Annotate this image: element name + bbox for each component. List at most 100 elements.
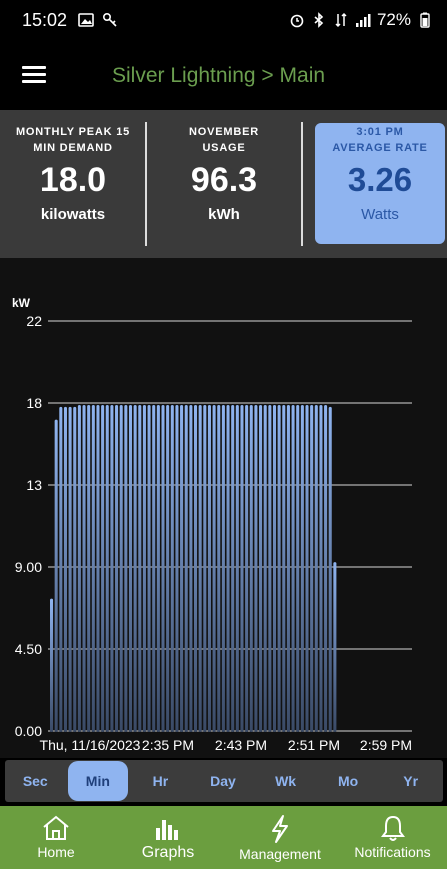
data-icon [335, 12, 347, 28]
chart-bar[interactable] [152, 405, 156, 732]
chart-bar[interactable] [217, 405, 221, 732]
nav-graphs[interactable]: Graphs [132, 806, 204, 869]
menu-button[interactable] [22, 66, 46, 86]
chart-bar[interactable] [77, 405, 81, 732]
battery-icon [420, 12, 430, 28]
nav-home[interactable]: Home [20, 806, 92, 869]
chart-bar[interactable] [319, 405, 323, 732]
chart-bar[interactable] [310, 405, 314, 732]
chart-bar[interactable] [156, 405, 160, 732]
chart-bar[interactable] [142, 405, 146, 732]
chart-bar[interactable] [277, 405, 281, 732]
chart-bar[interactable] [180, 405, 184, 732]
chart-bar[interactable] [221, 405, 225, 732]
nav-label: Home [37, 844, 75, 860]
chart-bar[interactable] [272, 405, 277, 732]
period-sec[interactable]: Sec [5, 760, 66, 802]
chart-bar[interactable] [245, 405, 249, 732]
chart-bar[interactable] [73, 406, 77, 732]
chart-bar[interactable] [50, 598, 54, 732]
x-tick-label: 2:51 PM [288, 737, 340, 753]
chart-bar[interactable] [68, 406, 72, 732]
stat-unit: kilowatts [40, 206, 106, 223]
nav-management[interactable]: Management [232, 806, 328, 869]
stat-heading: AVERAGE RATE [332, 142, 428, 154]
chart-bar[interactable] [268, 405, 272, 732]
key-icon [102, 12, 117, 27]
period-yr[interactable]: Yr [380, 760, 441, 802]
chart-bar[interactable] [119, 405, 123, 732]
chart-bar[interactable] [105, 405, 109, 732]
chart-bar[interactable] [54, 419, 58, 732]
chart-bar[interactable] [161, 405, 165, 732]
chart-bar[interactable] [286, 405, 290, 732]
chart-bar[interactable] [166, 405, 170, 732]
chart-bar[interactable] [226, 405, 230, 732]
chart-bar[interactable] [147, 405, 151, 732]
image-icon [78, 13, 94, 27]
chart-bar[interactable] [87, 405, 91, 732]
chart-bar[interactable] [133, 405, 137, 732]
period-wk[interactable]: Wk [255, 760, 316, 802]
chart-bar[interactable] [240, 405, 244, 732]
y-tick-label: 13 [26, 477, 42, 493]
chart-bar[interactable] [124, 405, 128, 732]
bar-chart-icon [156, 820, 178, 840]
chart-bar[interactable] [96, 405, 100, 732]
bell-icon [380, 815, 405, 841]
y-tick-label: 9.00 [15, 559, 42, 575]
y-tick-label: 18 [26, 395, 42, 411]
nav-notifications[interactable]: Notifications [345, 806, 440, 869]
chart-bar[interactable] [291, 405, 295, 732]
stat-unit: Watts [361, 206, 399, 223]
period-mo[interactable]: Mo [318, 760, 379, 802]
chart-bar[interactable] [212, 405, 216, 732]
chart-bar[interactable] [82, 405, 86, 732]
chart-bar[interactable] [282, 405, 286, 732]
chart-bar[interactable] [324, 405, 328, 732]
chart-bar[interactable] [101, 405, 105, 732]
chart-bar[interactable] [333, 562, 337, 732]
chart-bar[interactable] [198, 405, 202, 732]
chart-bar[interactable] [263, 405, 267, 732]
chart-bar[interactable] [300, 405, 304, 732]
chart-bar[interactable] [254, 405, 258, 732]
chart-bar[interactable] [59, 406, 63, 732]
status-time: 15:02 [22, 10, 68, 30]
y-tick-label: 0.00 [15, 723, 42, 739]
nav-label: Graphs [141, 844, 195, 861]
chart-bar[interactable] [63, 406, 67, 732]
bluetooth-icon [314, 12, 324, 28]
chart-bar[interactable] [296, 405, 300, 732]
period-hr[interactable]: Hr [130, 760, 191, 802]
battery-percent: 72% [376, 10, 411, 29]
chart-bar[interactable] [184, 405, 188, 732]
chart-bar[interactable] [110, 405, 114, 732]
signal-icon [355, 14, 371, 27]
stat-value: 3.26 [347, 161, 413, 198]
chart-bar[interactable] [203, 405, 207, 732]
chart-bar[interactable] [235, 405, 239, 732]
chart-bar[interactable] [91, 405, 95, 732]
stat-value: 18.0 [39, 161, 107, 199]
period-min[interactable]: Min [67, 761, 129, 801]
chart-bar[interactable] [305, 405, 309, 732]
chart-bar[interactable] [128, 405, 133, 732]
chart-bar[interactable] [259, 405, 263, 732]
chart-bar[interactable] [328, 406, 332, 732]
stats-panel: MONTHLY PEAK 15 MIN DEMAND 18.0 kilowatt… [0, 110, 447, 258]
average-rate-card[interactable]: 3:01 PM AVERAGE RATE 3.26 Watts [315, 123, 445, 244]
chart-bar[interactable] [194, 405, 198, 732]
chart-bar[interactable] [138, 405, 142, 732]
chart-bar[interactable] [175, 405, 179, 732]
stat-heading: MONTHLY PEAK 15 [15, 126, 131, 138]
chart-bar[interactable] [231, 405, 235, 732]
chart-bar[interactable] [189, 405, 193, 732]
chart-bar[interactable] [115, 405, 119, 732]
demand-bar-chart[interactable]: kW 22 18 13 9.00 4.50 0.00Thu, 11/16/2023 2:35 … [0, 258, 447, 758]
chart-bar[interactable] [314, 405, 318, 732]
period-day[interactable]: Day [193, 760, 254, 802]
chart-bar[interactable] [249, 405, 253, 732]
chart-bar[interactable] [207, 405, 211, 732]
chart-bar[interactable] [170, 405, 174, 732]
